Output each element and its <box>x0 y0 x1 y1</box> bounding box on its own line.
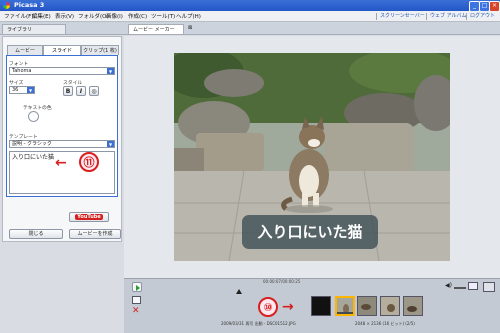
close-button[interactable]: 閉じる <box>9 229 63 239</box>
youtube-button[interactable]: YouTube <box>69 212 109 222</box>
tab-movie-maker[interactable]: ムービー メーカー <box>128 24 184 34</box>
playhead-marker[interactable] <box>236 289 242 294</box>
menu-separator <box>466 13 467 20</box>
bold-button[interactable]: B <box>63 86 73 96</box>
add-media-icon[interactable] <box>132 296 141 304</box>
size-value: 36 <box>12 87 19 93</box>
play-button[interactable] <box>132 282 142 292</box>
thumbnail-cat-image <box>404 297 422 315</box>
font-select[interactable]: Tahoma ▼ <box>9 67 115 75</box>
menu-edit[interactable]: 編集(E) <box>32 12 51 20</box>
volume-icon[interactable]: ◀) <box>445 282 452 289</box>
screensaver-link[interactable]: スクリーンセーバー <box>380 12 425 19</box>
text-color-swatch[interactable] <box>28 111 39 122</box>
outline-button[interactable]: ◎ <box>89 86 99 96</box>
thumbnail-title-slide[interactable] <box>311 296 331 316</box>
create-movie-button[interactable]: ムービーを作成 <box>69 229 121 239</box>
thumbnail-slide-selected[interactable] <box>335 296 355 316</box>
tab-slide[interactable]: スライド <box>43 45 81 55</box>
web-album-link[interactable]: ウェブ アルバム <box>430 12 467 19</box>
slide-preview: 入り口にいた猫 <box>174 53 450 261</box>
thumbnail-cat-image <box>337 298 353 314</box>
tab-clip-label: クリップ(1 枚) <box>83 48 117 54</box>
style-label: スタイル <box>63 81 83 86</box>
caption-text: 入り口にいた猫 <box>12 154 55 161</box>
library-tab-label: ライブラリ <box>7 27 33 33</box>
close-tab-icon[interactable]: ⊠ <box>188 25 192 31</box>
preview-caption: 入り口にいた猫 <box>242 215 378 249</box>
menu-separator <box>376 13 377 20</box>
menu-folder[interactable]: フォルダ(O) <box>78 12 109 20</box>
volume-slider[interactable] <box>454 287 466 289</box>
play-icon <box>136 285 140 291</box>
menu-image[interactable]: 画像(I) <box>106 12 123 20</box>
thumbnail-cat-image <box>381 297 399 315</box>
right-arrow-icon: → <box>282 299 294 315</box>
menu-file[interactable]: ファイル(F) <box>4 12 33 20</box>
movie-maker-tab-label: ムービー メーカー <box>133 27 175 33</box>
template-value: 説明 - クラシック <box>12 141 52 147</box>
template-label: テンプレート <box>9 135 38 140</box>
font-label: フォント <box>9 62 29 67</box>
thumbnail-cat-image <box>358 297 376 315</box>
status-filename: 2009/03/31 再写 出動 - DSC01512.JPG <box>221 321 296 326</box>
document-tab-row: ライブラリ ムービー メーカー ⊠ <box>0 22 500 35</box>
thumbnail-slide[interactable] <box>380 296 400 316</box>
menu-view[interactable]: 表示(V) <box>55 12 74 20</box>
picasa-app-icon <box>3 2 10 9</box>
screen-toggle-icon[interactable] <box>483 282 495 292</box>
size-label: サイズ <box>9 81 24 86</box>
title-bar: Picasa 3 _ □ × <box>0 0 500 12</box>
tab-movie[interactable]: ムービー <box>7 45 43 55</box>
thumbnail-slide[interactable] <box>357 296 377 316</box>
delete-icon[interactable]: ✕ <box>132 306 140 316</box>
tab-movie-label: ムービー <box>14 48 35 54</box>
thumbnail-slide[interactable] <box>403 296 423 316</box>
text-color-label: テキストの色 <box>23 106 52 111</box>
movie-settings-panel: ムービー スライド クリップ(1 枚) フォント Tahoma ▼ サイズ 36… <box>2 36 122 242</box>
youtube-logo-icon: YouTube <box>75 214 103 220</box>
left-arrow-icon: ← <box>55 155 67 171</box>
italic-button[interactable]: I <box>76 86 86 96</box>
fullscreen-icon[interactable] <box>468 282 478 290</box>
callout-11: ⑪ <box>79 152 99 172</box>
menu-separator <box>426 13 427 20</box>
callout-10: ⑩ <box>258 297 278 317</box>
menu-help[interactable]: ヘルプ(H) <box>176 12 201 20</box>
logout-link[interactable]: ログアウト <box>470 12 495 19</box>
menu-tools[interactable]: ツール(T) <box>151 12 175 20</box>
chevron-down-icon: ▼ <box>107 141 114 147</box>
chevron-down-icon: ▼ <box>27 87 34 93</box>
tab-slide-label: スライド <box>51 48 72 54</box>
template-select[interactable]: 説明 - クラシック ▼ <box>9 140 115 148</box>
chevron-down-icon: ▼ <box>107 68 114 74</box>
menu-create[interactable]: 作成(C) <box>128 12 147 20</box>
status-dimensions: 2048 × 2136 (16 ビット) (2/5) <box>355 321 415 326</box>
window-title: Picasa 3 <box>14 1 45 9</box>
size-select[interactable]: 36 ▼ <box>9 86 35 94</box>
tab-clip[interactable]: クリップ(1 枚) <box>81 45 119 55</box>
menu-bar: ファイル(F) 編集(E) 表示(V) フォルダ(O) 画像(I) 作成(C) … <box>0 11 500 22</box>
tab-library[interactable]: ライブラリ <box>2 24 66 34</box>
font-value: Tahoma <box>12 68 32 74</box>
time-readout: 00:00:07/00:00:25 <box>263 279 301 284</box>
